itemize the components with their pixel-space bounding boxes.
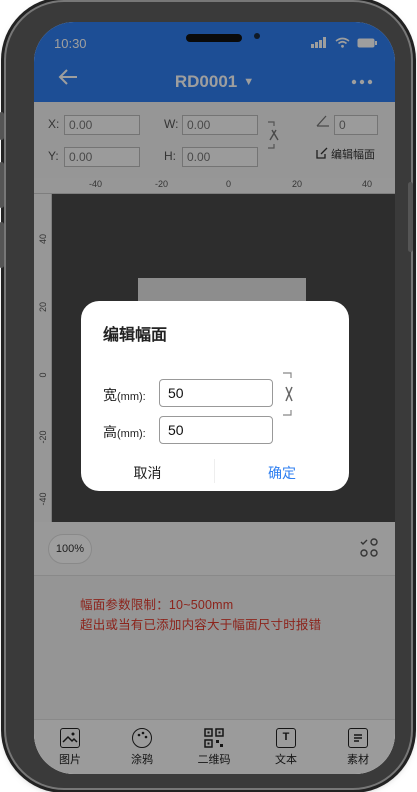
height-label-text: 高 bbox=[103, 424, 117, 440]
aspect-link-icon[interactable] bbox=[281, 371, 297, 417]
side-button bbox=[0, 162, 4, 208]
phone-frame: 10:30 RD0001 ▼ X: 0.00 Y: 0.00 W: 0.00 H… bbox=[0, 2, 413, 788]
width-label-text: 宽 bbox=[103, 387, 117, 403]
confirm-button[interactable]: 确定 bbox=[215, 463, 349, 483]
width-label: 宽(mm): bbox=[103, 385, 146, 405]
side-button bbox=[0, 112, 4, 140]
cancel-button[interactable]: 取消 bbox=[81, 463, 214, 483]
side-button bbox=[408, 182, 413, 252]
width-unit: (mm): bbox=[117, 391, 146, 403]
height-label: 高(mm): bbox=[103, 422, 146, 442]
side-button bbox=[0, 222, 4, 268]
height-unit: (mm): bbox=[117, 428, 146, 440]
height-input[interactable]: 50 bbox=[159, 416, 273, 444]
width-input[interactable]: 50 bbox=[159, 379, 273, 407]
dialog-title: 编辑幅面 bbox=[103, 327, 168, 344]
edit-size-dialog: 编辑幅面 宽(mm): 50 高(mm): 50 取消 确定 bbox=[81, 301, 349, 491]
app-screen: 10:30 RD0001 ▼ X: 0.00 Y: 0.00 W: 0.00 H… bbox=[34, 22, 395, 774]
